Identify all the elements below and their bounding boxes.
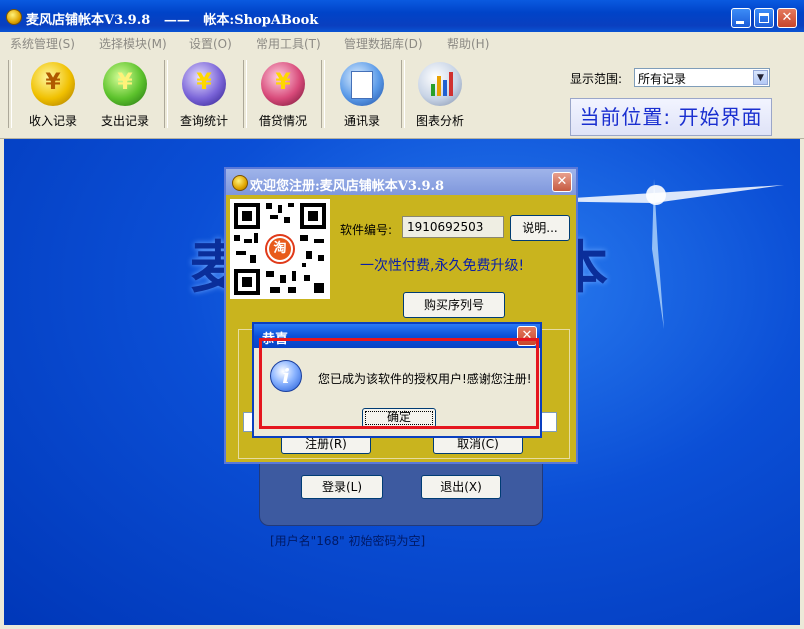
chevron-down-icon[interactable]: ▼ [753, 70, 768, 85]
register-close-button[interactable]: ✕ [552, 172, 572, 192]
minimize-button[interactable] [731, 8, 751, 28]
contacts-label: 通讯录 [343, 114, 380, 128]
menu-system[interactable]: 系统管理(S) [10, 35, 75, 52]
range-select[interactable]: 所有记录 ▼ [634, 68, 770, 87]
menu-help[interactable]: 帮助(H) [447, 35, 489, 52]
register-titlebar[interactable]: 欢迎您注册:麦风店铺帐本V3.9.8 ✕ [226, 169, 576, 195]
software-no-field[interactable]: 1910692503 [402, 216, 504, 238]
close-button[interactable]: ✕ [777, 8, 797, 28]
current-location: 当前位置: 开始界面 [570, 98, 772, 136]
qr-code: 淘 [230, 199, 330, 299]
loan-label: 借贷情况 [258, 114, 307, 128]
loan-button[interactable]: ¥ 借贷情况 [248, 60, 318, 132]
main-titlebar[interactable]: 麦风店铺帐本V3.9.8 —— 帐本:ShopABook ✕ [0, 0, 804, 32]
income-button[interactable]: ¥ 收入记录 [18, 60, 88, 132]
query-stats-button[interactable]: ¥ 查询统计 [169, 60, 239, 132]
expense-button[interactable]: ¥ 支出记录 [90, 60, 160, 132]
buy-serial-button[interactable]: 购买序列号 [403, 292, 505, 318]
close-icon: ✕ [781, 10, 793, 25]
software-no-label: 软件编号: [340, 223, 393, 237]
menu-bar: 系统管理(S) 选择模块(M) 设置(O) 常用工具(T) 管理数据库(D) 帮… [0, 32, 804, 52]
app-icon [232, 175, 248, 191]
toolbar: ¥ 收入记录 ¥ 支出记录 ¥ 查询统计 ¥ 借贷情况 通讯录 图表分析 显示范… [0, 52, 804, 139]
query-stats-label: 查询统计 [179, 114, 228, 128]
login-button[interactable]: 登录(L) [301, 475, 383, 499]
contacts-button[interactable]: 通讯录 [327, 60, 397, 132]
range-label: 显示范围: [570, 72, 623, 86]
taobao-icon: 淘 [273, 241, 287, 256]
chart-analysis-label: 图表分析 [415, 114, 464, 128]
highlight-box [259, 338, 539, 429]
search-stats-icon: ¥ [182, 62, 226, 106]
app-icon [6, 9, 22, 25]
exit-button[interactable]: 退出(X) [421, 475, 501, 499]
income-label: 收入记录 [28, 114, 77, 128]
explain-button[interactable]: 说明... [510, 215, 570, 241]
loan-icon: ¥ [261, 62, 305, 106]
toolbar-separator [8, 60, 12, 128]
menu-modules[interactable]: 选择模块(M) [99, 35, 167, 52]
maximize-icon [759, 13, 769, 23]
close-icon: ✕ [556, 174, 568, 189]
contacts-icon [340, 62, 384, 106]
toolbar-separator [321, 60, 325, 128]
slogan-text: 一次性付费,永久免费升级! [360, 258, 525, 274]
expense-yen-icon: ¥ [103, 62, 147, 106]
expense-label: 支出记录 [100, 114, 149, 128]
menu-database[interactable]: 管理数据库(D) [344, 35, 423, 52]
menu-tools[interactable]: 常用工具(T) [256, 35, 321, 52]
toolbar-separator [243, 60, 247, 128]
window-title: 麦风店铺帐本V3.9.8 —— 帐本:ShopABook [26, 13, 319, 28]
minimize-icon [736, 21, 744, 24]
menu-settings[interactable]: 设置(O) [189, 35, 232, 52]
chart-icon [418, 62, 462, 106]
maximize-button[interactable] [754, 8, 774, 28]
range-select-value: 所有记录 [638, 72, 687, 86]
income-yen-icon: ¥ [31, 62, 75, 106]
register-title: 欢迎您注册:麦风店铺帐本V3.9.8 [250, 179, 445, 194]
chart-analysis-button[interactable]: 图表分析 [405, 60, 475, 132]
login-hint: [用户名"168" 初始密码为空] [270, 534, 426, 548]
toolbar-separator [164, 60, 168, 128]
